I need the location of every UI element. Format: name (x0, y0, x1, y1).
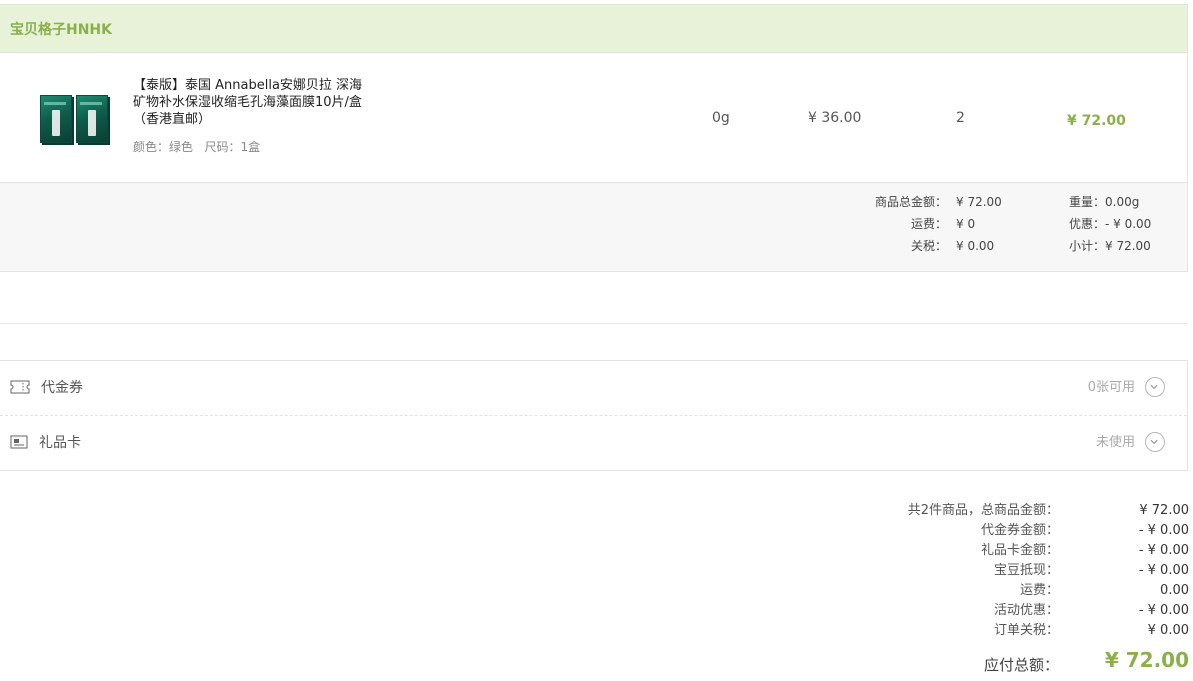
voucher-label: 代金券 (41, 380, 83, 396)
totals-row: 运费： 0.00 (800, 582, 1189, 602)
chevron-down-icon[interactable] (1145, 377, 1165, 397)
gift-card-icon (10, 435, 28, 449)
unit-price: ¥ 36.00 (808, 110, 862, 126)
totals-row-value: ¥ 72.00 (1139, 503, 1189, 518)
product-attributes: 颜色：绿色 尺码：1盒 (133, 140, 261, 154)
totals-row-label: 宝豆抵现： (993, 563, 1059, 578)
totals-row: 共2件商品，总商品金额： ¥ 72.00 (800, 502, 1189, 522)
totals-row-value: - ¥ 0.00 (1138, 543, 1189, 558)
discount-value: - ¥ 0.00 (1105, 217, 1152, 231)
voucher-status: 0张可用 (1087, 380, 1135, 395)
store-summary: 商品总金额： ¥ 72.00 运费： ¥ 0 关税： ¥ 0.00 重量： 0.… (0, 183, 1188, 272)
grand-total-label: 应付总额： (983, 656, 1059, 674)
discount-label: 优惠： (1069, 217, 1106, 231)
product-weight: 0g (712, 110, 730, 126)
totals-row-label: 活动优惠： (993, 603, 1059, 618)
totals-row: 宝豆抵现： - ¥ 0.00 (800, 562, 1189, 582)
quantity: 2 (956, 110, 965, 126)
totals-row-value: - ¥ 0.00 (1138, 523, 1189, 538)
shipping-value: ¥ 0 (956, 217, 976, 231)
totals-row-value: ¥ 0.00 (1147, 623, 1189, 638)
goods-total-label: 商品总金额： (874, 195, 947, 209)
giftcard-label: 礼品卡 (39, 435, 81, 451)
totals-row-label: 订单关税： (993, 623, 1059, 638)
divider (0, 323, 1188, 324)
ticket-icon (10, 380, 30, 394)
subtotal-value: ¥ 72.00 (1105, 239, 1151, 253)
totals-row-value: - ¥ 0.00 (1138, 563, 1189, 578)
totals-row-label: 运费： (1019, 583, 1059, 598)
product-box-image (40, 95, 72, 143)
store-header: 宝贝格子HNHK (0, 4, 1188, 53)
weight-value: 0.00g (1105, 195, 1140, 209)
product-box-icon[interactable] (36, 93, 112, 145)
product-box-image (76, 95, 108, 143)
totals-row-label: 代金券金额： (980, 523, 1059, 538)
goods-total-value: ¥ 72.00 (956, 195, 1002, 209)
totals-row-label: 共2件商品，总商品金额： (907, 503, 1059, 518)
subtotal-label: 小计： (1069, 239, 1106, 253)
grand-total-row: 应付总额： ¥ 72.00 (800, 648, 1189, 678)
totals-row-label: 礼品卡金额： (980, 543, 1059, 558)
totals-row: 礼品卡金额： - ¥ 0.00 (800, 542, 1189, 562)
cart-item-row: 【泰版】泰国 Annabella安娜贝拉 深海矿物补水保湿收缩毛孔海藻面膜10片… (0, 53, 1188, 183)
item-total: ¥ 72.00 (1067, 113, 1126, 129)
totals-row: 活动优惠： - ¥ 0.00 (800, 602, 1189, 622)
discount-section: 代金券 0张可用 礼品卡 未使用 (0, 360, 1188, 471)
tax-value: ¥ 0.00 (956, 239, 995, 253)
giftcard-status: 未使用 (1095, 435, 1135, 450)
totals-row: 代金券金额： - ¥ 0.00 (800, 522, 1189, 542)
product-title[interactable]: 【泰版】泰国 Annabella安娜贝拉 深海矿物补水保湿收缩毛孔海藻面膜10片… (133, 77, 373, 128)
store-name[interactable]: 宝贝格子HNHK (10, 20, 112, 40)
chevron-down-icon[interactable] (1145, 432, 1165, 452)
voucher-row[interactable]: 代金券 0张可用 (0, 361, 1187, 416)
totals-row-value: - ¥ 0.00 (1138, 603, 1189, 618)
shipping-label: 运费： (910, 217, 947, 231)
totals-row: 订单关税： ¥ 0.00 (800, 622, 1189, 642)
weight-label: 重量： (1069, 195, 1106, 209)
totals-row-value: 0.00 (1160, 583, 1189, 598)
tax-label: 关税： (910, 239, 947, 253)
giftcard-row[interactable]: 礼品卡 未使用 (0, 416, 1187, 470)
grand-total-value: ¥ 72.00 (1104, 648, 1189, 672)
